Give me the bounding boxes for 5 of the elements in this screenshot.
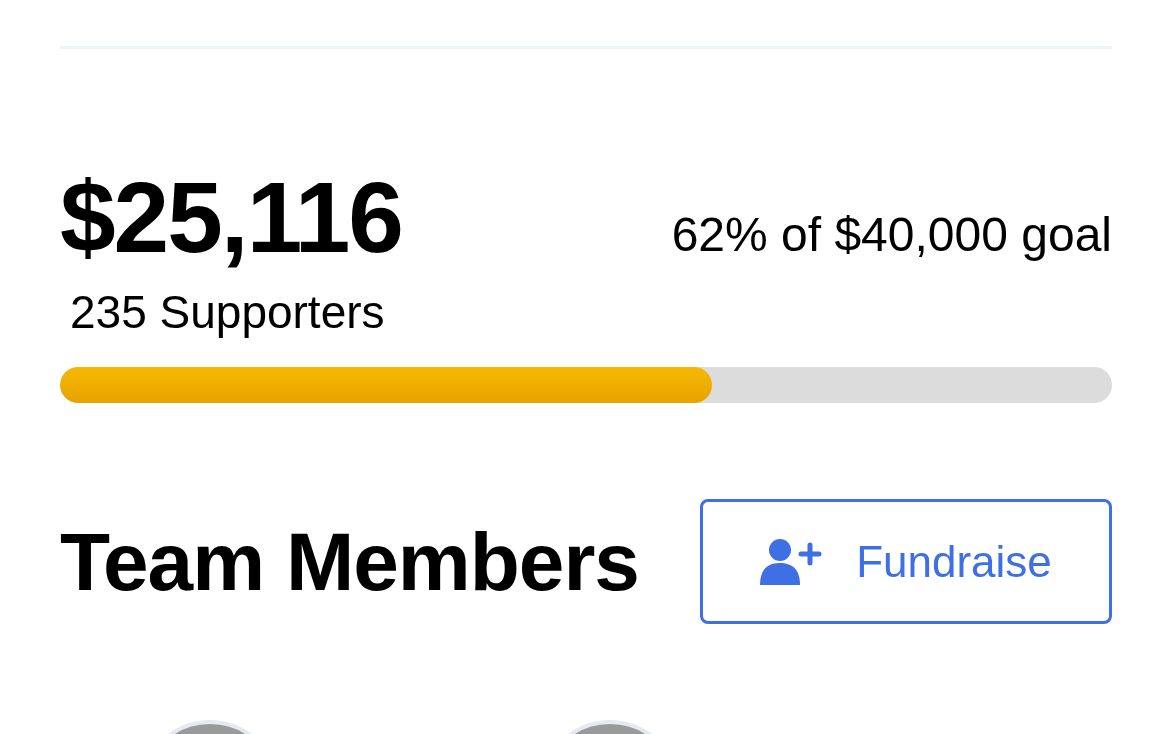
fundraise-button[interactable]: Fundraise (700, 499, 1112, 624)
raised-amount: $25,116 (60, 167, 402, 267)
section-title: Team Members (60, 520, 639, 603)
goal-progress-text: 62% of $40,000 goal (671, 211, 1112, 263)
add-person-icon (760, 536, 823, 587)
